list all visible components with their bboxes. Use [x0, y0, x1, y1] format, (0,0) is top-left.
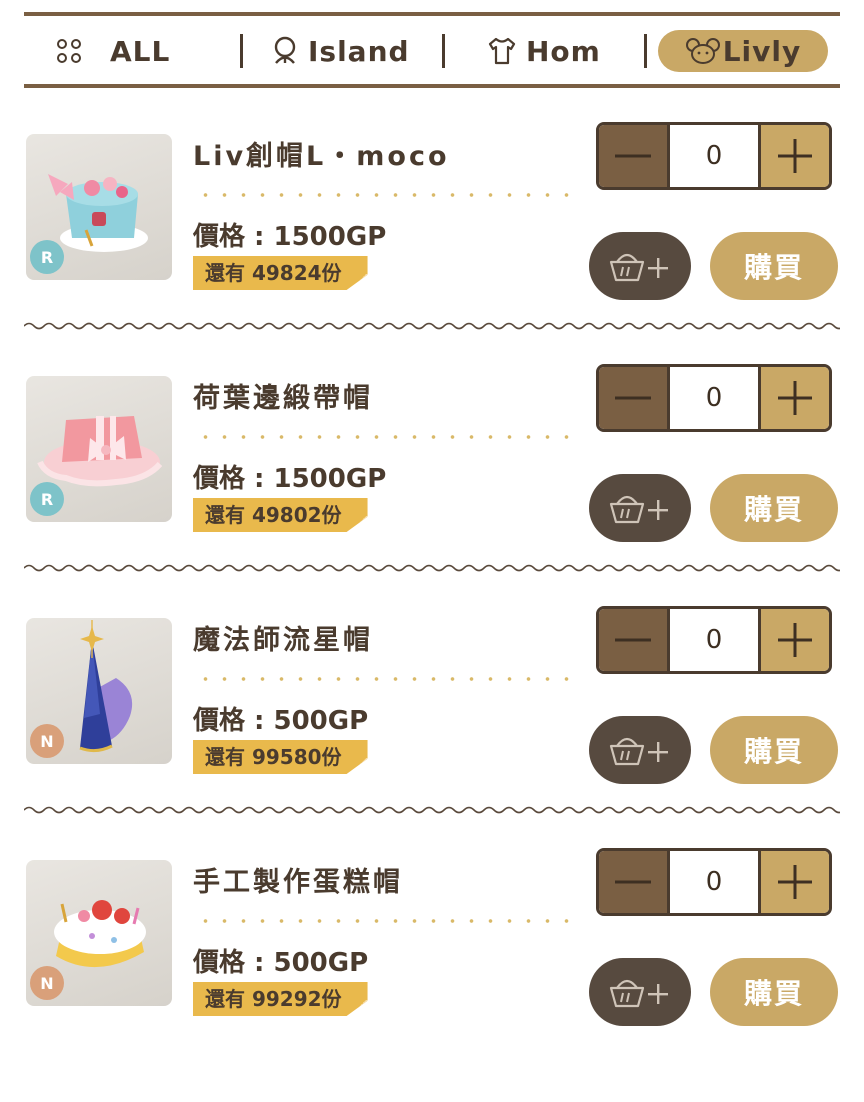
quantity-value[interactable]: 0 [670, 851, 758, 913]
stock-tag: 還有 49802份 [193, 498, 368, 532]
quantity-stepper: 0 [596, 364, 832, 432]
item-price: 價格 : 1500GP [193, 222, 387, 252]
dotted-divider [196, 676, 576, 682]
tab-island-label: Island [308, 34, 410, 68]
basket-plus-icon [609, 979, 668, 1008]
tab-all-label: ALL [110, 34, 171, 68]
basket-plus-icon [609, 253, 668, 282]
increase-button[interactable] [758, 125, 829, 187]
tab-livly-label: Livly [722, 34, 802, 68]
decrease-button[interactable] [599, 367, 670, 429]
dotted-divider [196, 434, 576, 440]
item-price: 價格 : 500GP [193, 706, 369, 736]
tab-home-label: Hom [526, 34, 601, 68]
plus-icon [778, 139, 812, 173]
category-tab-bar: ALL Island Hom Livly [24, 12, 840, 88]
basket-plus-icon [609, 495, 668, 524]
quantity-value[interactable]: 0 [670, 367, 758, 429]
minus-icon [615, 638, 651, 642]
shop-item: R 荷葉邊緞帶帽 價格 : 1500GP 還有 49802份 0 購買 [0, 364, 864, 618]
rarity-badge: R [30, 240, 64, 274]
tab-divider [442, 34, 445, 68]
shop-item: N 手工製作蛋糕帽 價格 : 500GP 還有 99292份 0 購買 [0, 848, 864, 1102]
decrease-button[interactable] [599, 609, 670, 671]
tab-divider [240, 34, 243, 68]
stock-tag: 還有 99580份 [193, 740, 368, 774]
item-price: 價格 : 500GP [193, 948, 369, 978]
livly-face-icon [685, 36, 721, 66]
quantity-stepper: 0 [596, 606, 832, 674]
shop-item: R Liv創帽L・moco 價格 : 1500GP 還有 49824份 0 購買 [0, 122, 864, 376]
rarity-badge: N [30, 966, 64, 1000]
item-name: 手工製作蛋糕帽 [193, 867, 403, 898]
plus-icon [778, 865, 812, 899]
add-to-cart-button[interactable] [589, 474, 691, 542]
add-to-cart-button[interactable] [589, 716, 691, 784]
pink-ribbon-hat-image[interactable]: R [26, 376, 172, 522]
minus-icon [615, 880, 651, 884]
decrease-button[interactable] [599, 851, 670, 913]
buy-button[interactable]: 購買 [710, 716, 838, 784]
buy-button[interactable]: 購買 [710, 232, 838, 300]
grid-dots-icon [54, 36, 84, 66]
increase-button[interactable] [758, 609, 829, 671]
plus-icon [778, 381, 812, 415]
shirt-icon [486, 36, 518, 66]
dotted-divider [196, 918, 576, 924]
add-to-cart-button[interactable] [589, 232, 691, 300]
palm-tree-icon [270, 36, 300, 66]
quantity-value[interactable]: 0 [670, 125, 758, 187]
item-name: 荷葉邊緞帶帽 [193, 383, 373, 414]
wavy-divider [24, 564, 840, 572]
add-to-cart-button[interactable] [589, 958, 691, 1026]
cake-hat-image[interactable]: N [26, 860, 172, 1006]
pastel-top-hat-image[interactable]: R [26, 134, 172, 280]
tab-all[interactable]: ALL [54, 30, 170, 72]
plus-icon [778, 623, 812, 657]
stock-tag: 還有 49824份 [193, 256, 368, 290]
tab-island[interactable]: Island [270, 30, 410, 72]
dotted-divider [196, 192, 576, 198]
minus-icon [615, 396, 651, 400]
shop-item: N 魔法師流星帽 價格 : 500GP 還有 99580份 0 購買 [0, 606, 864, 860]
buy-button[interactable]: 購買 [710, 958, 838, 1026]
wizard-star-hat-image[interactable]: N [26, 618, 172, 764]
rarity-badge: R [30, 482, 64, 516]
increase-button[interactable] [758, 851, 829, 913]
rarity-badge: N [30, 724, 64, 758]
item-name: Liv創帽L・moco [193, 141, 450, 172]
wavy-divider [24, 806, 840, 814]
basket-plus-icon [609, 737, 668, 766]
quantity-stepper: 0 [596, 122, 832, 190]
tab-divider [644, 34, 647, 68]
decrease-button[interactable] [599, 125, 670, 187]
buy-button[interactable]: 購買 [710, 474, 838, 542]
quantity-stepper: 0 [596, 848, 832, 916]
minus-icon [615, 154, 651, 158]
item-name: 魔法師流星帽 [193, 625, 373, 656]
tab-home[interactable]: Hom [486, 30, 601, 72]
increase-button[interactable] [758, 367, 829, 429]
wavy-divider [24, 322, 840, 330]
item-price: 價格 : 1500GP [193, 464, 387, 494]
quantity-value[interactable]: 0 [670, 609, 758, 671]
tab-livly[interactable]: Livly [658, 30, 828, 72]
stock-tag: 還有 99292份 [193, 982, 368, 1016]
